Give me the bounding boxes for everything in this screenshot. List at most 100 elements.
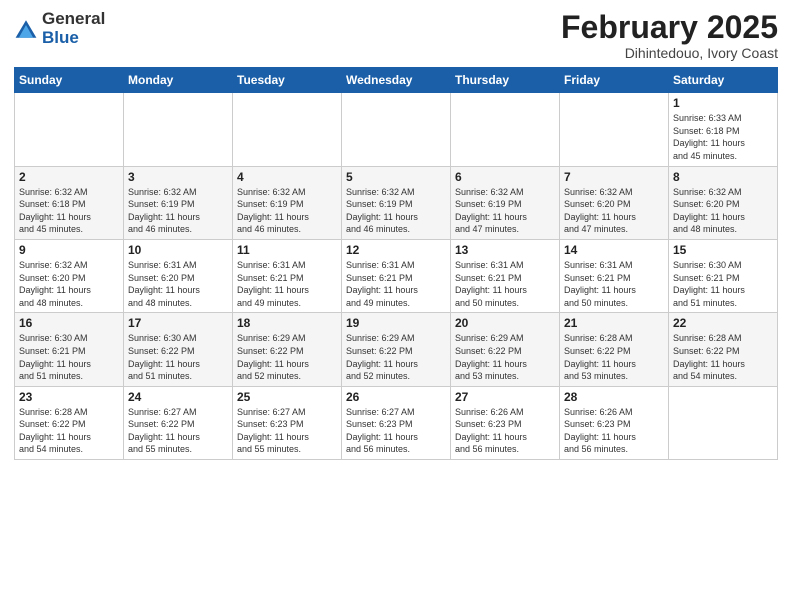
- day-number: 10: [128, 243, 228, 257]
- day-info: Sunrise: 6:28 AM Sunset: 6:22 PM Dayligh…: [673, 332, 773, 382]
- logo-icon: [14, 17, 38, 41]
- month-year: February 2025: [561, 10, 778, 45]
- day-of-week-header: Saturday: [669, 68, 778, 93]
- calendar-cell: 11 Sunrise: 6:31 AM Sunset: 6:21 PM Dayli…: [233, 239, 342, 312]
- day-info: Sunrise: 6:28 AM Sunset: 6:22 PM Dayligh…: [19, 406, 119, 456]
- day-info: Sunrise: 6:30 AM Sunset: 6:21 PM Dayligh…: [673, 259, 773, 309]
- day-info: Sunrise: 6:27 AM Sunset: 6:23 PM Dayligh…: [346, 406, 446, 456]
- day-info: Sunrise: 6:28 AM Sunset: 6:22 PM Dayligh…: [564, 332, 664, 382]
- logo: General Blue: [14, 10, 105, 47]
- day-of-week-header: Friday: [560, 68, 669, 93]
- day-number: 24: [128, 390, 228, 404]
- calendar-cell: 24 Sunrise: 6:27 AM Sunset: 6:22 PM Dayli…: [124, 386, 233, 459]
- day-of-week-header: Sunday: [15, 68, 124, 93]
- day-info: Sunrise: 6:32 AM Sunset: 6:19 PM Dayligh…: [346, 186, 446, 236]
- day-info: Sunrise: 6:31 AM Sunset: 6:21 PM Dayligh…: [455, 259, 555, 309]
- day-number: 14: [564, 243, 664, 257]
- calendar-cell: 8 Sunrise: 6:32 AM Sunset: 6:20 PM Daylig…: [669, 166, 778, 239]
- day-number: 7: [564, 170, 664, 184]
- day-info: Sunrise: 6:33 AM Sunset: 6:18 PM Dayligh…: [673, 112, 773, 162]
- title-block: February 2025 Dihintedouo, Ivory Coast: [561, 10, 778, 61]
- day-number: 16: [19, 316, 119, 330]
- calendar-cell: 5 Sunrise: 6:32 AM Sunset: 6:19 PM Daylig…: [342, 166, 451, 239]
- calendar-cell: 25Sunrise: 6:27 AM Sunset: 6:23 PM Dayli…: [233, 386, 342, 459]
- logo-text: General Blue: [42, 10, 105, 47]
- calendar-cell: [124, 93, 233, 166]
- day-info: Sunrise: 6:31 AM Sunset: 6:21 PM Dayligh…: [564, 259, 664, 309]
- calendar-cell: [342, 93, 451, 166]
- calendar-header-row: SundayMondayTuesdayWednesdayThursdayFrid…: [15, 68, 778, 93]
- day-number: 12: [346, 243, 446, 257]
- calendar-cell: 23 Sunrise: 6:28 AM Sunset: 6:22 PM Dayli…: [15, 386, 124, 459]
- calendar-cell: 26 Sunrise: 6:27 AM Sunset: 6:23 PM Dayli…: [342, 386, 451, 459]
- day-info: Sunrise: 6:31 AM Sunset: 6:21 PM Dayligh…: [346, 259, 446, 309]
- calendar-cell: 6 Sunrise: 6:32 AM Sunset: 6:19 PM Daylig…: [451, 166, 560, 239]
- day-info: Sunrise: 6:32 AM Sunset: 6:20 PM Dayligh…: [564, 186, 664, 236]
- day-info: Sunrise: 6:27 AM Sunset: 6:22 PM Dayligh…: [128, 406, 228, 456]
- calendar-week-row: 1 Sunrise: 6:33 AM Sunset: 6:18 PM Daylig…: [15, 93, 778, 166]
- day-number: 25: [237, 390, 337, 404]
- location: Dihintedouo, Ivory Coast: [561, 45, 778, 61]
- calendar-cell: 18Sunrise: 6:29 AM Sunset: 6:22 PM Dayli…: [233, 313, 342, 386]
- day-info: Sunrise: 6:26 AM Sunset: 6:23 PM Dayligh…: [564, 406, 664, 456]
- logo-blue: Blue: [42, 29, 105, 48]
- calendar-cell: 13 Sunrise: 6:31 AM Sunset: 6:21 PM Dayli…: [451, 239, 560, 312]
- day-number: 6: [455, 170, 555, 184]
- calendar-cell: [669, 386, 778, 459]
- day-number: 26: [346, 390, 446, 404]
- day-of-week-header: Monday: [124, 68, 233, 93]
- calendar-cell: [15, 93, 124, 166]
- calendar-cell: 7 Sunrise: 6:32 AM Sunset: 6:20 PM Daylig…: [560, 166, 669, 239]
- day-info: Sunrise: 6:30 AM Sunset: 6:22 PM Dayligh…: [128, 332, 228, 382]
- day-number: 2: [19, 170, 119, 184]
- calendar-cell: 14 Sunrise: 6:31 AM Sunset: 6:21 PM Dayli…: [560, 239, 669, 312]
- day-info: Sunrise: 6:32 AM Sunset: 6:20 PM Dayligh…: [19, 259, 119, 309]
- day-info: Sunrise: 6:29 AM Sunset: 6:22 PM Dayligh…: [346, 332, 446, 382]
- day-number: 1: [673, 96, 773, 110]
- day-info: Sunrise: 6:32 AM Sunset: 6:18 PM Dayligh…: [19, 186, 119, 236]
- day-number: 17: [128, 316, 228, 330]
- logo-general: General: [42, 10, 105, 29]
- calendar-cell: 21Sunrise: 6:28 AM Sunset: 6:22 PM Dayli…: [560, 313, 669, 386]
- calendar-cell: [560, 93, 669, 166]
- day-number: 5: [346, 170, 446, 184]
- calendar-cell: 9 Sunrise: 6:32 AM Sunset: 6:20 PM Daylig…: [15, 239, 124, 312]
- calendar-week-row: 9 Sunrise: 6:32 AM Sunset: 6:20 PM Daylig…: [15, 239, 778, 312]
- day-info: Sunrise: 6:26 AM Sunset: 6:23 PM Dayligh…: [455, 406, 555, 456]
- calendar-cell: 20Sunrise: 6:29 AM Sunset: 6:22 PM Dayli…: [451, 313, 560, 386]
- calendar-cell: [233, 93, 342, 166]
- day-number: 28: [564, 390, 664, 404]
- header: General Blue February 2025 Dihintedouo, …: [14, 10, 778, 61]
- calendar-week-row: 16 Sunrise: 6:30 AM Sunset: 6:21 PM Dayli…: [15, 313, 778, 386]
- day-info: Sunrise: 6:30 AM Sunset: 6:21 PM Dayligh…: [19, 332, 119, 382]
- day-number: 9: [19, 243, 119, 257]
- calendar-cell: 15Sunrise: 6:30 AM Sunset: 6:21 PM Dayli…: [669, 239, 778, 312]
- calendar-cell: 4Sunrise: 6:32 AM Sunset: 6:19 PM Daylig…: [233, 166, 342, 239]
- day-info: Sunrise: 6:32 AM Sunset: 6:19 PM Dayligh…: [455, 186, 555, 236]
- day-info: Sunrise: 6:32 AM Sunset: 6:19 PM Dayligh…: [128, 186, 228, 236]
- day-number: 8: [673, 170, 773, 184]
- day-of-week-header: Thursday: [451, 68, 560, 93]
- day-of-week-header: Tuesday: [233, 68, 342, 93]
- day-info: Sunrise: 6:29 AM Sunset: 6:22 PM Dayligh…: [455, 332, 555, 382]
- day-info: Sunrise: 6:32 AM Sunset: 6:20 PM Dayligh…: [673, 186, 773, 236]
- day-info: Sunrise: 6:31 AM Sunset: 6:21 PM Dayligh…: [237, 259, 337, 309]
- calendar-cell: [451, 93, 560, 166]
- page: General Blue February 2025 Dihintedouo, …: [0, 0, 792, 612]
- calendar-week-row: 2 Sunrise: 6:32 AM Sunset: 6:18 PM Daylig…: [15, 166, 778, 239]
- calendar-week-row: 23 Sunrise: 6:28 AM Sunset: 6:22 PM Dayli…: [15, 386, 778, 459]
- day-number: 3: [128, 170, 228, 184]
- calendar: SundayMondayTuesdayWednesdayThursdayFrid…: [14, 67, 778, 460]
- calendar-cell: 10 Sunrise: 6:31 AM Sunset: 6:20 PM Dayli…: [124, 239, 233, 312]
- day-number: 13: [455, 243, 555, 257]
- calendar-cell: 19 Sunrise: 6:29 AM Sunset: 6:22 PM Dayli…: [342, 313, 451, 386]
- day-info: Sunrise: 6:29 AM Sunset: 6:22 PM Dayligh…: [237, 332, 337, 382]
- day-number: 23: [19, 390, 119, 404]
- calendar-cell: 27Sunrise: 6:26 AM Sunset: 6:23 PM Dayli…: [451, 386, 560, 459]
- calendar-cell: 22Sunrise: 6:28 AM Sunset: 6:22 PM Dayli…: [669, 313, 778, 386]
- day-number: 19: [346, 316, 446, 330]
- day-number: 11: [237, 243, 337, 257]
- calendar-cell: 16 Sunrise: 6:30 AM Sunset: 6:21 PM Dayli…: [15, 313, 124, 386]
- day-info: Sunrise: 6:31 AM Sunset: 6:20 PM Dayligh…: [128, 259, 228, 309]
- day-info: Sunrise: 6:32 AM Sunset: 6:19 PM Dayligh…: [237, 186, 337, 236]
